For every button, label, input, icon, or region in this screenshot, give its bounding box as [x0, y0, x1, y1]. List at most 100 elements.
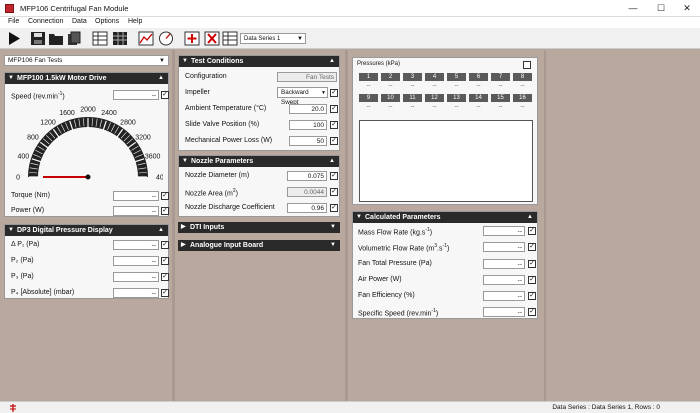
p4-checkbox[interactable]: ✓	[161, 289, 169, 297]
calculated-header[interactable]: ▼ Calculated Parameters ▲	[353, 212, 537, 223]
mech-loss-input[interactable]: 50	[289, 136, 327, 146]
analogue-input-title: Analogue Input Board	[190, 242, 264, 249]
p3-checkbox[interactable]: ✓	[161, 273, 169, 281]
torque-checkbox[interactable]: ✓	[161, 192, 169, 200]
clear-data-icon[interactable]	[222, 31, 238, 46]
pressure-channel-8: 8	[513, 73, 532, 81]
fan-total-pressure-checkbox[interactable]: ✓	[528, 260, 536, 268]
chart-icon[interactable]	[138, 31, 154, 46]
nozzle-diameter-input[interactable]: 0.075	[287, 171, 327, 181]
p4-label: P₄ [Absolute] (mbar)	[11, 289, 75, 296]
mech-loss-checkbox[interactable]: ✓	[330, 137, 338, 145]
test-conditions-panel: ▼ Test Conditions ▲ Configuration Fan Te…	[178, 55, 340, 151]
impeller-checkbox[interactable]: ✓	[330, 89, 338, 97]
nozzle-diameter-checkbox[interactable]: ✓	[330, 172, 338, 180]
motor-drive-header[interactable]: ▼ MFP100 1.5kW Motor Drive ▲	[5, 73, 168, 84]
gauge-icon[interactable]	[158, 31, 174, 46]
nozzle-header[interactable]: ▼ Nozzle Parameters ▲	[179, 156, 339, 167]
slide-valve-input[interactable]: 100	[289, 120, 327, 130]
module-select[interactable]: MFP106 Fan Tests ▼	[4, 55, 169, 66]
chevron-down-icon: ▼	[330, 242, 336, 248]
chevron-down-icon: ▼	[8, 227, 14, 233]
ambient-temp-checkbox[interactable]: ✓	[330, 105, 338, 113]
add-row-icon[interactable]	[184, 31, 200, 46]
pressure-value-16: --	[520, 104, 525, 110]
power-value: --	[113, 206, 159, 216]
data-series-value: Data Series 1	[244, 36, 281, 42]
pressure-display-title: DP3 Digital Pressure Display	[17, 227, 113, 234]
delete-row-icon[interactable]	[204, 31, 220, 46]
analogue-input-header[interactable]: ▶ Analogue Input Board ▼	[178, 240, 340, 251]
nozzle-area-label: Nozzle Area (m2)	[185, 188, 238, 198]
status-text: Data Series : Data Series 1, Rows : 0	[552, 404, 660, 411]
pressure-channel-16: 16	[513, 94, 532, 102]
ambient-temp-input[interactable]: 20.0	[289, 104, 327, 114]
pressure-channel-14: 14	[469, 94, 488, 102]
pressure-channel-6: 6	[469, 73, 488, 81]
pressures-checkbox[interactable]	[523, 61, 531, 69]
discharge-coeff-input[interactable]: 0.96	[287, 203, 327, 213]
pressure-display-header[interactable]: ▼ DP3 Digital Pressure Display ▲	[5, 225, 168, 236]
fan-efficiency-value: --	[483, 291, 525, 301]
data-series-select[interactable]: Data Series 1 ▼	[240, 33, 306, 44]
vol-flow-checkbox[interactable]: ✓	[528, 243, 536, 251]
save-icon[interactable]	[30, 31, 46, 46]
menu-data[interactable]: Data	[72, 18, 87, 25]
table-icon[interactable]	[92, 31, 108, 46]
play-icon[interactable]	[6, 31, 22, 46]
air-power-label: Air Power (W)	[358, 276, 402, 283]
toolbar: Data Series 1 ▼	[0, 28, 700, 49]
pressures-plot-area	[359, 120, 533, 202]
fan-efficiency-checkbox[interactable]: ✓	[528, 292, 536, 300]
pressure-channel-3: 3	[403, 73, 422, 81]
column-divider	[172, 50, 175, 401]
minimize-button[interactable]: —	[622, 2, 644, 15]
discharge-coeff-checkbox[interactable]: ✓	[330, 204, 338, 212]
pressure-value-5: --	[454, 83, 459, 89]
dti-inputs-header[interactable]: ▶ DTI Inputs ▼	[178, 222, 340, 233]
impeller-label: Impeller	[185, 89, 210, 96]
open-file-icon[interactable]	[66, 31, 82, 46]
gauge-tick-label: 2000	[80, 107, 96, 114]
menu-help[interactable]: Help	[128, 18, 142, 25]
p2-checkbox[interactable]: ✓	[161, 257, 169, 265]
pressure-value-4: --	[432, 83, 437, 89]
gauge-tick-label: 800	[27, 135, 39, 142]
impeller-select[interactable]: Backward Swept ▼	[277, 87, 328, 106]
pressure-channel-11: 11	[403, 94, 422, 102]
maximize-button[interactable]: ☐	[650, 2, 672, 15]
speed-checkbox[interactable]: ✓	[161, 91, 169, 99]
pressure-value-13: --	[454, 104, 459, 110]
power-checkbox[interactable]: ✓	[161, 207, 169, 215]
pressure-channel-13: 13	[447, 94, 466, 102]
menu-options[interactable]: Options	[95, 18, 119, 25]
gauge-tick-label: 4000	[156, 175, 163, 182]
mass-flow-checkbox[interactable]: ✓	[528, 227, 536, 235]
nozzle-panel: ▼ Nozzle Parameters ▲ Nozzle Diameter (m…	[178, 155, 340, 217]
discharge-coeff-label: Nozzle Discharge Coefficient	[185, 204, 275, 211]
grid-icon[interactable]	[112, 31, 128, 46]
p2-label: P₂ (Pa)	[11, 257, 34, 264]
test-conditions-header[interactable]: ▼ Test Conditions ▲	[179, 56, 339, 67]
specific-speed-checkbox[interactable]: ✓	[528, 308, 536, 316]
connection-icon	[10, 404, 16, 412]
pressure-channel-1: 1	[359, 73, 378, 81]
slide-valve-checkbox[interactable]: ✓	[330, 121, 338, 129]
open-folder-icon[interactable]	[48, 31, 64, 46]
nozzle-area-checkbox[interactable]: ✓	[330, 188, 338, 196]
air-power-checkbox[interactable]: ✓	[528, 276, 536, 284]
specific-speed-value: --	[483, 307, 525, 317]
dti-inputs-title: DTI Inputs	[190, 224, 225, 231]
mass-flow-label: Mass Flow Rate (kg.s-1)	[358, 227, 433, 237]
dp1-checkbox[interactable]: ✓	[161, 241, 169, 249]
pressure-channel-12: 12	[425, 94, 444, 102]
close-button[interactable]: ✕	[676, 2, 698, 15]
menu-file[interactable]: File	[8, 18, 19, 25]
chevron-right-icon: ▶	[181, 242, 186, 248]
torque-value: --	[113, 191, 159, 201]
chevron-up-icon: ▲	[329, 58, 335, 64]
configuration-label: Configuration	[185, 73, 227, 80]
gauge-tick-label: 3600	[145, 153, 161, 160]
gauge-tick-label: 2800	[120, 119, 136, 126]
menu-connection[interactable]: Connection	[28, 18, 63, 25]
